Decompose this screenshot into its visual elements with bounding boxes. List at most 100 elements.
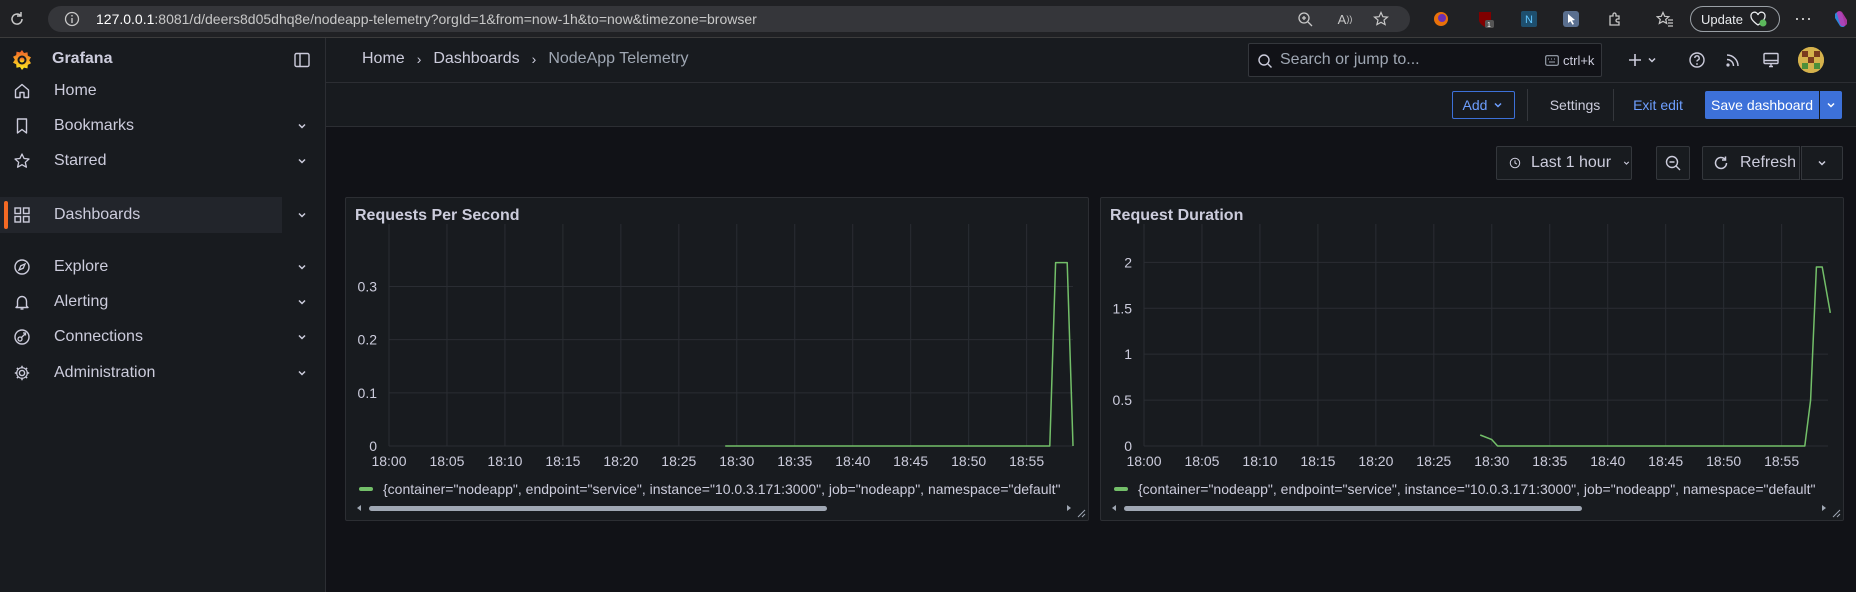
- breadcrumb: Home › Dashboards › NodeApp Telemetry: [362, 50, 689, 68]
- svg-text:N: N: [1525, 14, 1533, 26]
- clock-icon: [1509, 157, 1521, 169]
- compass-icon: [12, 257, 32, 277]
- x-tick-label: 18:00: [1126, 453, 1161, 469]
- favorites-icon[interactable]: [1654, 8, 1676, 30]
- extension-firefox-icon[interactable]: [1430, 8, 1452, 30]
- chart-plot-area[interactable]: 18:00 18:05 18:10 18:15 18:20 18:25 18:30 18:35…: [346, 198, 1088, 520]
- sidebar-item-starred[interactable]: Starred: [0, 143, 306, 179]
- extensions-puzzle-icon[interactable]: [1604, 8, 1626, 30]
- time-range-picker[interactable]: Last 1 hour: [1496, 146, 1632, 180]
- save-dashboard-button[interactable]: Save dashboard: [1705, 91, 1819, 119]
- legend-scrollbar[interactable]: [355, 501, 1073, 515]
- search-bar[interactable]: Search or jump to... ctrl+k: [1248, 43, 1602, 77]
- more-menu-icon[interactable]: ⋯: [1792, 8, 1814, 30]
- chevron-down-icon[interactable]: [296, 155, 308, 167]
- breadcrumb-current: NodeApp Telemetry: [548, 50, 689, 67]
- grafana-logo[interactable]: [10, 48, 34, 72]
- url-text: 127.0.0.1:8081/d/deers8d05dhq8e/nodeapp-…: [96, 11, 757, 27]
- gear-icon: [12, 363, 32, 383]
- reload-icon[interactable]: [6, 8, 28, 30]
- sidebar-item-alerting[interactable]: Alerting: [0, 284, 306, 320]
- y-tick-label: 1: [1124, 346, 1132, 362]
- legend-swatch: [359, 487, 373, 491]
- extension-n-icon[interactable]: N: [1518, 8, 1540, 30]
- panel-request-duration[interactable]: Request Duration 18:00 18:05 18:10 18:15 18:…: [1100, 197, 1844, 521]
- refresh-icon: [1714, 156, 1728, 170]
- chart-plot-area[interactable]: 18:00 18:05 18:10 18:15 18:20 18:25 18:30 18:35…: [1101, 198, 1843, 520]
- heart-icon: [1750, 11, 1767, 27]
- panel-requests-per-second[interactable]: Requests Per Second 18:00 18:05 18:10 18:15…: [345, 197, 1089, 521]
- zoom-out-button[interactable]: [1656, 146, 1690, 180]
- add-button[interactable]: Add: [1452, 91, 1515, 119]
- x-tick-label: 18:35: [777, 453, 812, 469]
- search-icon: [1257, 53, 1273, 69]
- sidebar-item-connections[interactable]: Connections: [0, 319, 306, 355]
- extension-ublock-icon[interactable]: 1: [1474, 8, 1496, 30]
- sidebar-item-label: Explore: [54, 258, 109, 275]
- x-tick-label: 18:35: [1532, 453, 1567, 469]
- chevron-down-icon[interactable]: [296, 209, 308, 221]
- y-tick-label: 0: [369, 438, 377, 454]
- address-bar[interactable]: 127.0.0.1:8081/d/deers8d05dhq8e/nodeapp-…: [48, 6, 1410, 32]
- exit-edit-button[interactable]: Exit edit: [1622, 91, 1694, 119]
- y-tick-label: 0.5: [1113, 392, 1133, 408]
- toolbar-divider: [1613, 89, 1614, 121]
- chevron-down-icon[interactable]: [296, 367, 308, 379]
- breadcrumb-home[interactable]: Home: [362, 50, 405, 68]
- search-placeholder: Search or jump to...: [1280, 51, 1420, 68]
- settings-button[interactable]: Settings: [1536, 91, 1614, 119]
- x-tick-label: 18:40: [1590, 453, 1625, 469]
- new-menu-button[interactable]: [1628, 49, 1664, 71]
- legend-series-label[interactable]: {container="nodeapp", endpoint="service"…: [1138, 481, 1815, 497]
- x-tick-label: 18:45: [893, 453, 928, 469]
- save-options-button[interactable]: [1820, 91, 1842, 119]
- chevron-down-icon[interactable]: [296, 120, 308, 132]
- x-tick-label: 18:30: [719, 453, 754, 469]
- chart-legend: {container="nodeapp", endpoint="service"…: [1114, 479, 1830, 499]
- x-tick-label: 18:45: [1648, 453, 1683, 469]
- time-range-label: Last 1 hour: [1530, 154, 1612, 171]
- dashboard-edit-toolbar: Add Settings Exit edit Save dashboard: [326, 83, 1856, 127]
- sidebar-item-explore[interactable]: Explore: [0, 249, 306, 285]
- chevron-down-icon[interactable]: [296, 261, 308, 273]
- exit-edit-label: Exit edit: [1633, 97, 1683, 113]
- panel-resize-handle[interactable]: [1076, 508, 1086, 518]
- zoom-icon[interactable]: [1294, 8, 1316, 30]
- legend-series-label[interactable]: {container="nodeapp", endpoint="service"…: [383, 481, 1060, 497]
- x-tick-label: 18:55: [1764, 453, 1799, 469]
- update-button[interactable]: Update: [1690, 6, 1780, 32]
- kiosk-mode-icon[interactable]: [1762, 51, 1780, 69]
- news-rss-icon[interactable]: [1724, 51, 1742, 69]
- sidebar-item-dashboards[interactable]: Dashboards: [0, 197, 306, 233]
- sidebar-item-label: Connections: [54, 328, 143, 345]
- breadcrumb-dashboards[interactable]: Dashboards: [433, 50, 519, 68]
- sidebar-item-administration[interactable]: Administration: [0, 355, 306, 391]
- x-tick-label: 18:05: [429, 453, 464, 469]
- panel-resize-handle[interactable]: [1831, 508, 1841, 518]
- svg-text:1: 1: [1487, 22, 1491, 28]
- dock-menu-icon[interactable]: [294, 52, 310, 68]
- chevron-down-icon: [1827, 102, 1835, 108]
- refresh-button[interactable]: Refresh: [1702, 146, 1800, 180]
- update-label: Update: [1701, 11, 1743, 27]
- read-aloud-icon[interactable]: A)): [1334, 8, 1356, 30]
- copilot-icon[interactable]: [1830, 8, 1852, 30]
- chevron-down-icon: [1648, 57, 1656, 63]
- extension-cursor-icon[interactable]: [1560, 8, 1582, 30]
- sidebar-item-label: Bookmarks: [54, 117, 135, 134]
- refresh-interval-button[interactable]: [1801, 146, 1843, 180]
- sidebar-item-bookmarks[interactable]: Bookmarks: [0, 108, 306, 144]
- x-tick-label: 18:55: [1009, 453, 1044, 469]
- brand-name: Grafana: [52, 50, 113, 67]
- help-icon[interactable]: [1688, 51, 1706, 69]
- chevron-down-icon[interactable]: [296, 331, 308, 343]
- site-info-icon[interactable]: [64, 11, 80, 27]
- sidebar-item-home[interactable]: Home: [0, 73, 282, 109]
- legend-scrollbar[interactable]: [1110, 501, 1828, 515]
- chevron-down-icon[interactable]: [296, 296, 308, 308]
- chevron-down-icon: [1623, 161, 1630, 165]
- favorite-star-icon[interactable]: [1370, 8, 1392, 30]
- y-tick-label: 1.5: [1113, 300, 1133, 316]
- avatar[interactable]: [1798, 47, 1824, 73]
- y-tick-label: 0: [1124, 438, 1132, 454]
